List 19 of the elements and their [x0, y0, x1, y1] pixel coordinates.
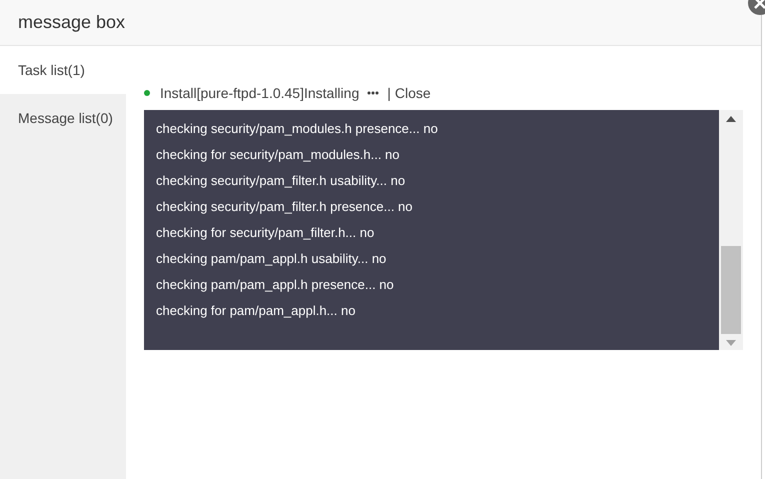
scroll-down-icon[interactable] — [726, 340, 736, 346]
log-line: checking pam/pam_appl.h presence... no — [156, 276, 395, 294]
separator: | — [387, 85, 391, 101]
log-line: checking for pam/pam_appl.h... no — [156, 302, 356, 320]
window-title: message box — [0, 0, 761, 46]
log-line: checking security/pam_filter.h presence... no — [156, 198, 414, 216]
scrollbar[interactable] — [719, 110, 743, 350]
log-line: checking pam/pam_appl.h usability... no — [156, 250, 388, 268]
status-dot-icon — [144, 90, 150, 96]
scroll-up-icon[interactable] — [726, 116, 736, 122]
task-name: Install[pure-ftpd-1.0.45]Installing — [160, 85, 360, 101]
log-line: checking for security/pam_filter.h... no — [156, 224, 376, 242]
log-line: checking security/pam_modules.h presence... no — [156, 120, 439, 138]
sidebar-tab[interactable]: Task list(1) — [0, 46, 126, 94]
close-link[interactable]: Close — [394, 85, 431, 101]
log-line: checking security/pam_filter.h usability... no — [156, 172, 406, 190]
log-line: checking for security/pam_modules.h... no — [156, 146, 401, 164]
scrollbar-thumb[interactable] — [721, 246, 741, 334]
ellipsis-icon — [367, 91, 380, 95]
